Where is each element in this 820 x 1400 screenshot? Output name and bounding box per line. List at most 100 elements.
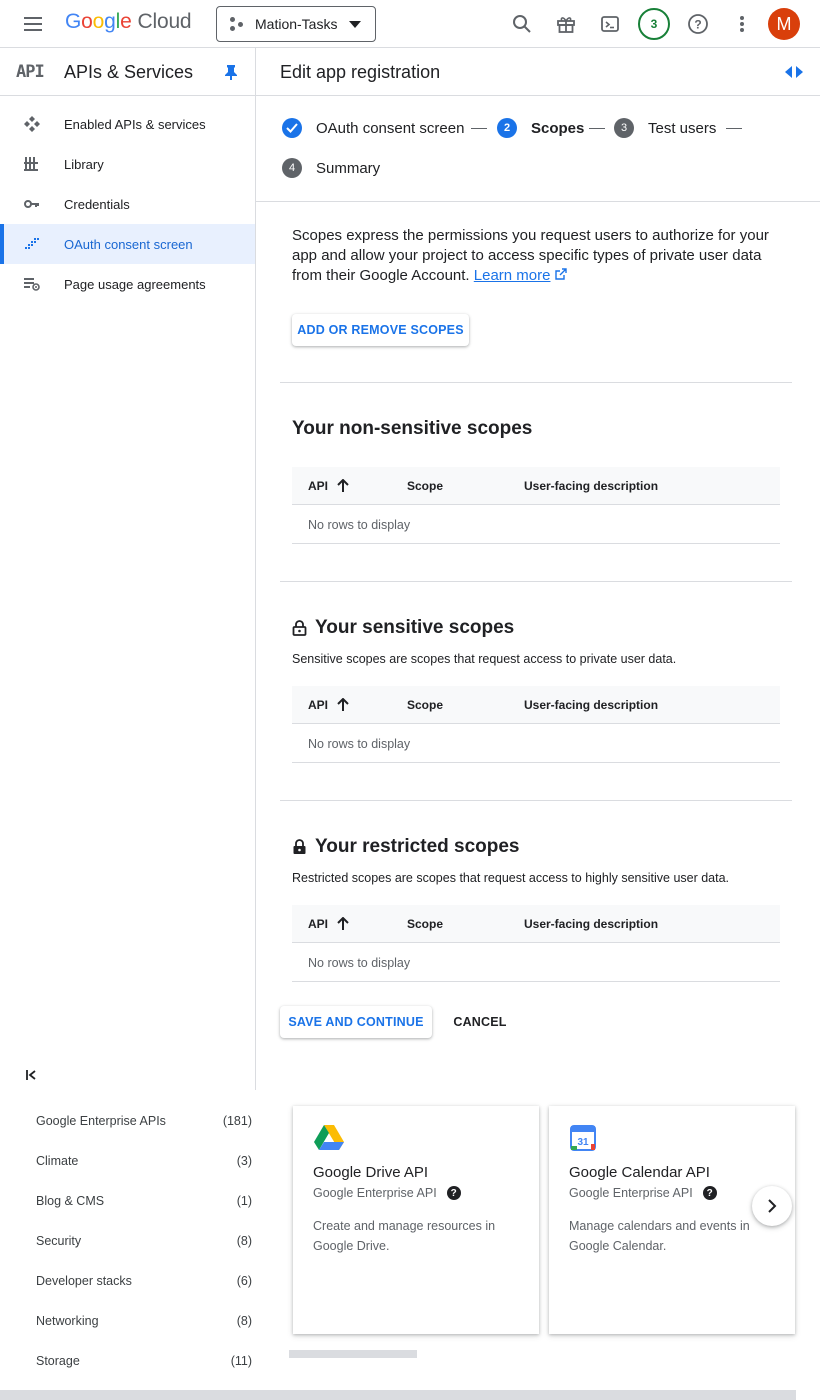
sidebar-item-credentials[interactable]: Credentials (0, 184, 255, 224)
api-logo: API (16, 62, 45, 82)
category-name: Security (36, 1234, 82, 1248)
notification-count-badge[interactable]: 3 (638, 8, 670, 40)
sort-arrow-up-icon[interactable] (337, 917, 349, 931)
pin-icon[interactable] (224, 64, 238, 80)
divider (280, 382, 792, 383)
column-header-api[interactable]: API (308, 698, 328, 712)
avatar[interactable]: M (768, 8, 800, 40)
table-empty-row: No rows to display (292, 505, 780, 544)
lock-icon (293, 839, 306, 854)
brand-cloud: Cloud (137, 10, 192, 33)
step-summary[interactable]: 4 Summary (282, 158, 380, 178)
category-item[interactable]: Google Enterprise APIs (181) (36, 1114, 252, 1134)
agreements-icon (24, 278, 40, 291)
step-oauth-consent-screen[interactable]: OAuth consent screen (282, 118, 464, 138)
step-label: Summary (316, 159, 381, 177)
step-scopes[interactable]: 2 Scopes (497, 118, 584, 138)
category-count: (11) (230, 1354, 252, 1368)
table-empty-row: No rows to display (292, 943, 780, 982)
category-item[interactable]: Security (8) (36, 1234, 252, 1254)
carousel-next-button[interactable] (752, 1186, 792, 1226)
sidebar-item-enabled-apis[interactable]: Enabled APIs & services (0, 104, 255, 144)
api-name: Google Calendar API (569, 1164, 710, 1181)
gift-icon[interactable] (552, 10, 580, 38)
more-vert-icon[interactable] (728, 10, 756, 38)
search-icon[interactable] (508, 10, 536, 38)
sensitive-scopes-table: API Scope User-facing description No row… (292, 686, 780, 763)
step-connector (726, 128, 742, 129)
learn-more-link[interactable]: Learn more (474, 267, 551, 284)
column-header-scope: Scope (407, 698, 444, 712)
column-header-description: User-facing description (524, 479, 659, 493)
chevron-down-icon (349, 21, 361, 28)
collapse-sidebar-button[interactable] (24, 1068, 38, 1085)
step-number: 2 (497, 118, 517, 138)
divider (280, 581, 792, 582)
category-item[interactable]: Blog & CMS (1) (36, 1194, 252, 1214)
step-label: OAuth consent screen (316, 119, 465, 137)
api-card-google-drive[interactable]: Google Drive API Google Enterprise API? … (293, 1106, 539, 1334)
help-icon[interactable]: ? (684, 10, 712, 38)
category-item[interactable]: Networking (8) (36, 1314, 252, 1334)
save-and-continue-button[interactable]: SAVE AND CONTINUE (280, 1006, 432, 1038)
main-menu-icon[interactable] (22, 14, 46, 34)
sort-arrow-up-icon[interactable] (337, 479, 349, 493)
google-calendar-logo: 31 (570, 1125, 596, 1151)
api-description: Create and manage resources in Google Dr… (313, 1219, 496, 1253)
project-picker[interactable]: Mation-Tasks (216, 6, 376, 42)
non-sensitive-scopes-table: API Scope User-facing description No row… (292, 467, 780, 544)
step-number: 4 (282, 158, 302, 178)
category-name: Developer stacks (36, 1274, 132, 1288)
sort-arrow-up-icon[interactable] (337, 698, 349, 712)
table-empty-row: No rows to display (292, 724, 780, 763)
library-icon (24, 157, 38, 171)
category-name: Climate (36, 1154, 79, 1168)
main-header: Edit app registration (256, 48, 820, 96)
column-header-api[interactable]: API (308, 479, 328, 493)
help-icon[interactable]: ? (702, 1186, 717, 1200)
sidebar-item-page-usage-agreements[interactable]: Page usage agreements (0, 264, 255, 304)
category-item[interactable]: Climate (3) (36, 1154, 252, 1174)
enabled-apis-icon (24, 116, 40, 132)
table-header: API Scope User-facing description (292, 905, 780, 943)
sidebar-item-label: Credentials (64, 197, 130, 212)
project-name: Mation-Tasks (255, 16, 338, 32)
step-connector (471, 128, 487, 129)
horizontal-scrollbar[interactable] (0, 1390, 796, 1400)
sidebar-item-oauth-consent-screen[interactable]: OAuth consent screen (0, 224, 255, 264)
step-test-users[interactable]: 3 Test users (614, 118, 716, 138)
step-label: Scopes (531, 119, 585, 137)
api-vendor: Google Enterprise API? (313, 1186, 461, 1200)
key-icon (24, 200, 39, 208)
column-header-scope: Scope (407, 917, 444, 931)
project-icon (229, 16, 245, 32)
page-title: Edit app registration (280, 62, 441, 82)
step-label: Test users (648, 119, 717, 137)
terminal-icon[interactable] (596, 10, 624, 38)
api-description: Manage calendars and events in Google Ca… (569, 1219, 750, 1253)
step-number: 3 (614, 118, 634, 138)
toggle-panel-icon[interactable] (784, 65, 804, 79)
oauth-icon (25, 238, 39, 249)
sidebar-item-library[interactable]: Library (0, 144, 255, 184)
cancel-button[interactable]: CANCEL (444, 1006, 516, 1038)
category-count: (1) (236, 1194, 252, 1208)
divider (280, 800, 792, 801)
add-or-remove-scopes-button[interactable]: ADD OR REMOVE SCOPES (292, 314, 469, 346)
sidebar-header: API APIs & Services (0, 48, 255, 96)
help-icon[interactable]: ? (446, 1186, 461, 1200)
sidebar-item-label: OAuth consent screen (64, 237, 193, 252)
check-icon (282, 118, 302, 138)
category-item[interactable]: Storage (11) (36, 1354, 252, 1374)
category-name: Storage (36, 1354, 80, 1368)
google-cloud-logo[interactable]: Google Cloud (65, 10, 192, 34)
column-header-api[interactable]: API (308, 917, 328, 931)
api-vendor: Google Enterprise API? (569, 1186, 717, 1200)
category-name: Blog & CMS (36, 1194, 105, 1208)
category-count: (8) (236, 1314, 252, 1328)
external-link-icon (554, 268, 567, 280)
main-content: Edit app registration OAuth consent scre… (256, 48, 820, 1090)
stepper: OAuth consent screen 2 Scopes 3 Test use… (256, 97, 820, 202)
category-item[interactable]: Developer stacks (6) (36, 1274, 252, 1294)
carousel-scrollbar[interactable] (289, 1350, 417, 1358)
